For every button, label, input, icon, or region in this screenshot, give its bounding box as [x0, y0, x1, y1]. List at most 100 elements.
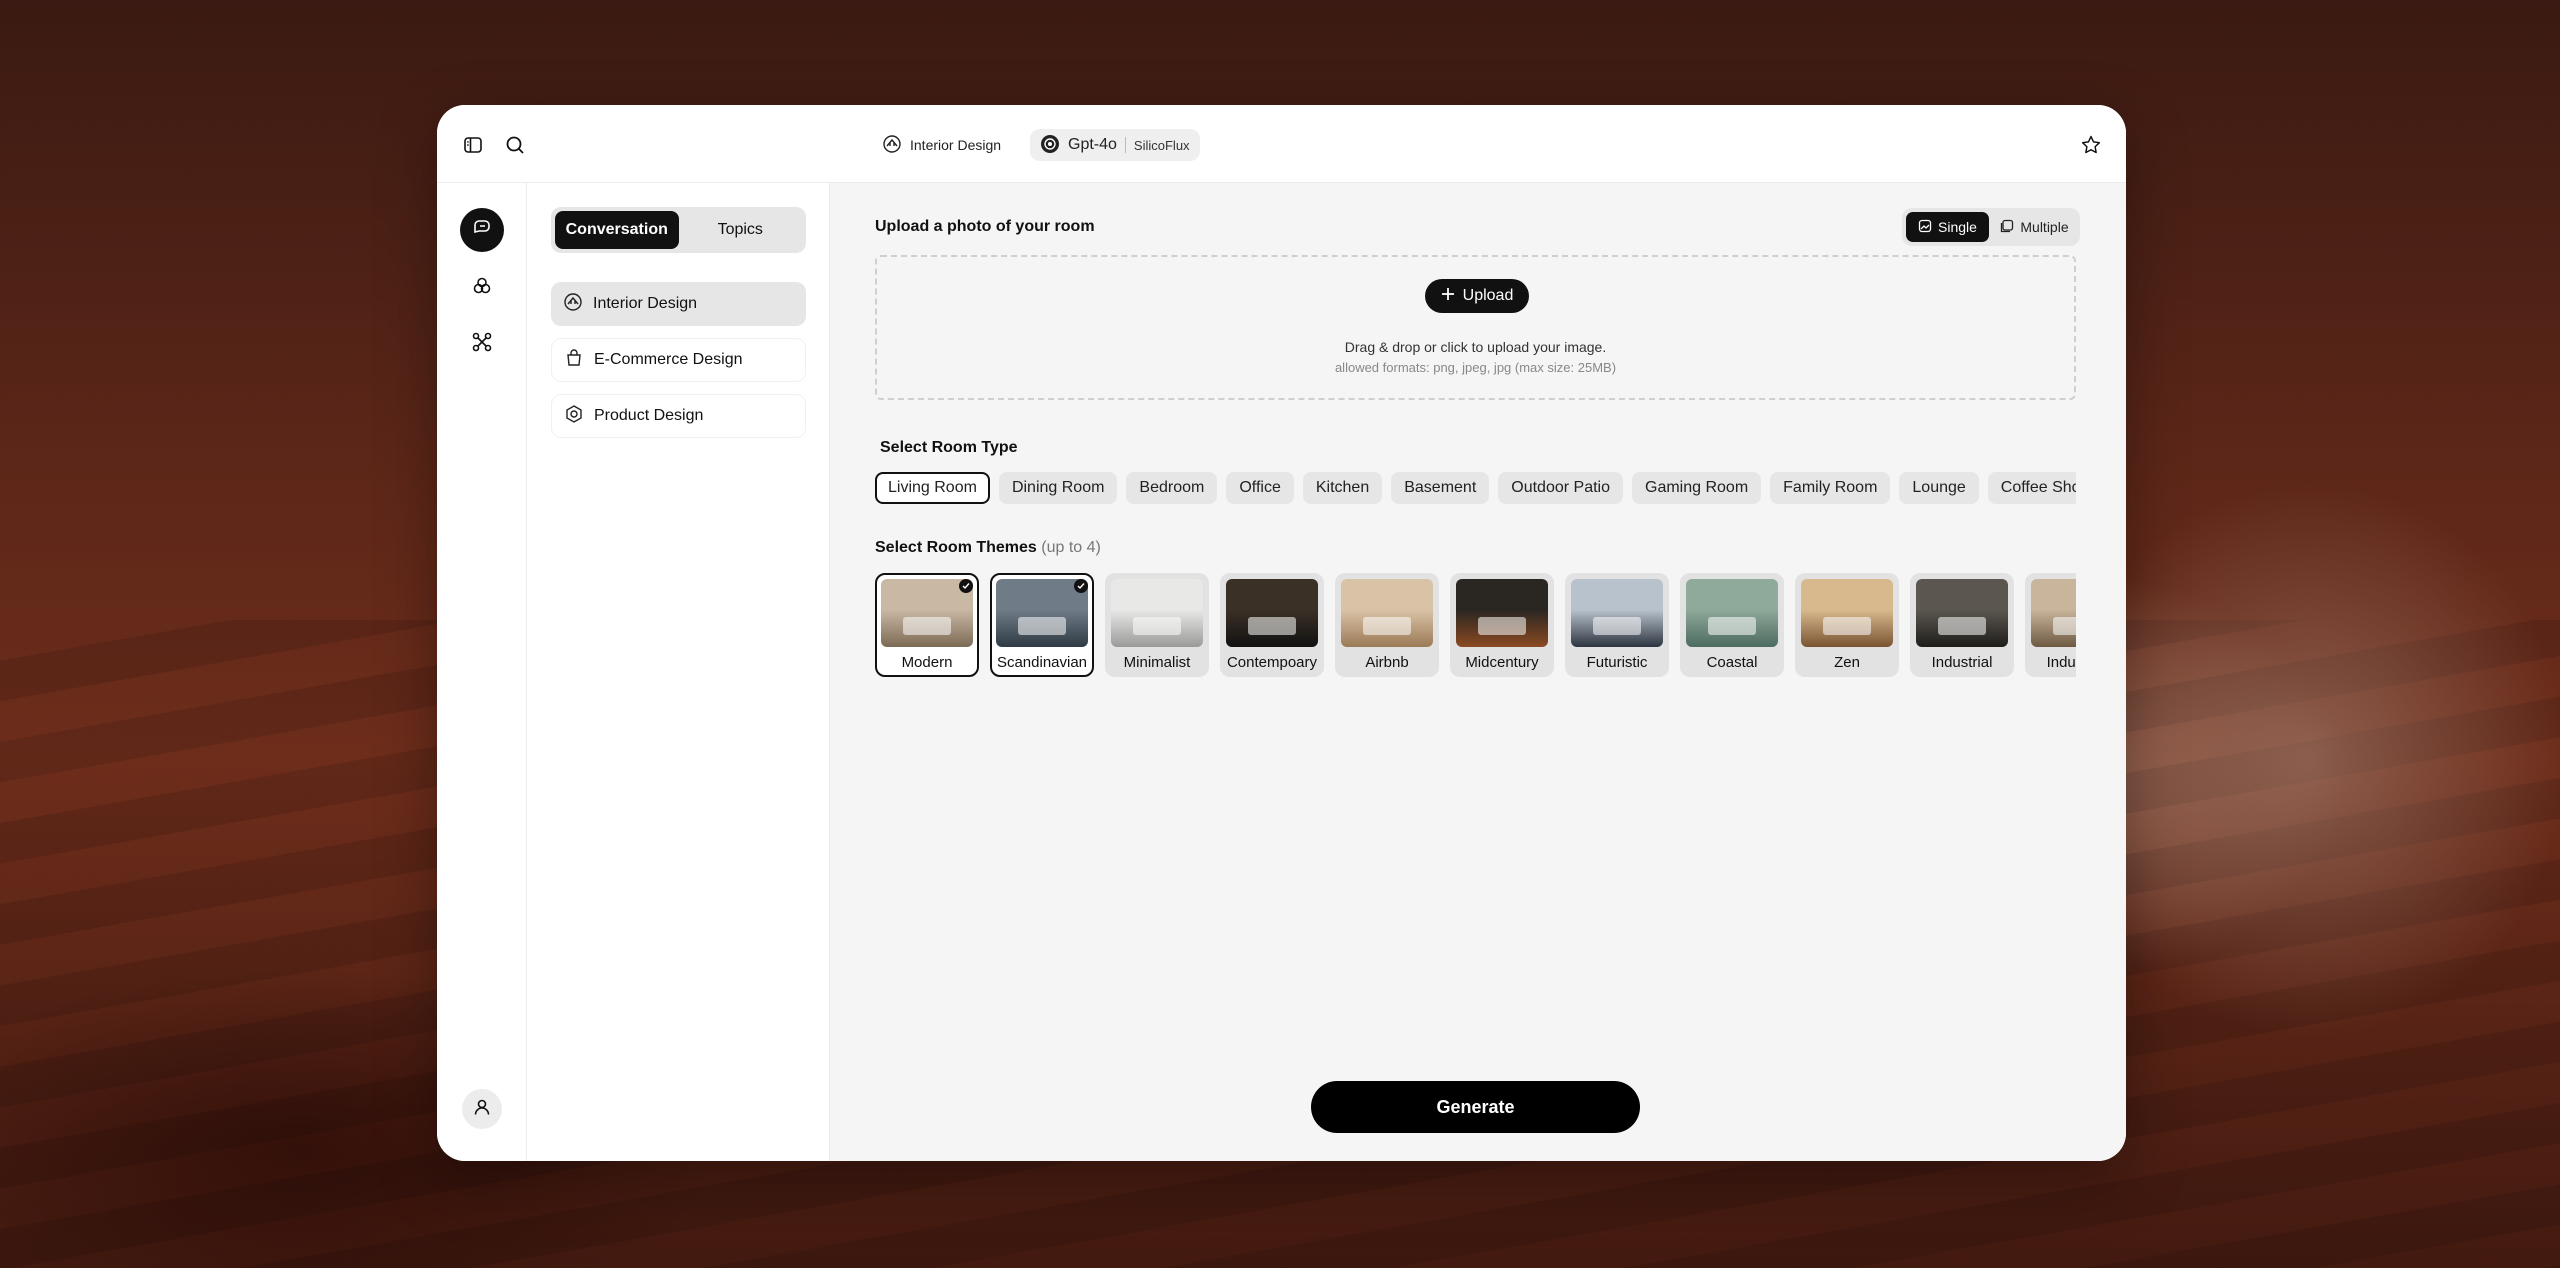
theme-card[interactable]: Airbnb [1335, 573, 1439, 677]
upload-mode-toggle: Single Multiple [1902, 208, 2080, 246]
theme-card[interactable]: Industrial [1910, 573, 2014, 677]
thumbnail-bed-shape [1708, 617, 1756, 635]
upload-button-label: Upload [1462, 287, 1514, 304]
room-type-pill[interactable]: Bedroom [1126, 472, 1218, 504]
theme-thumbnail [1341, 579, 1433, 647]
image-icon [1918, 219, 1932, 236]
room-type-pill[interactable]: Gaming Room [1632, 472, 1762, 504]
shopping-bag-icon [564, 348, 584, 373]
sidebar-item-label: Interior Design [593, 295, 698, 312]
search-icon[interactable] [503, 133, 527, 157]
check-icon [959, 579, 973, 593]
model-selector-chip[interactable]: Gpt-4o SilicoFlux [1030, 129, 1200, 161]
provider-name: SilicoFlux [1133, 137, 1190, 153]
mode-multiple[interactable]: Multiple [1993, 212, 2076, 242]
rail-chat-button[interactable] [460, 208, 504, 252]
interior-icon [563, 292, 583, 317]
dropzone-text: Drag & drop or click to upload your imag… [1344, 339, 1607, 355]
room-type-pill[interactable]: Office [1226, 472, 1294, 504]
top-bar: Interior Design Gpt-4o SilicoFlux [437, 105, 2126, 183]
rail-apps-button[interactable] [460, 266, 504, 310]
tab-topics[interactable]: Topics [679, 211, 803, 249]
thumbnail-bed-shape [1478, 617, 1526, 635]
sidebar-item-ecommerce-design[interactable]: E-Commerce Design [551, 338, 806, 382]
thumbnail-bed-shape [1133, 617, 1181, 635]
sidebar: Conversation Topics Interior Design E-Co… [527, 183, 830, 1161]
rail-workflow-button[interactable] [460, 322, 504, 366]
theme-card[interactable]: Contempoary [1220, 573, 1324, 677]
images-icon [2000, 219, 2014, 236]
user-icon [472, 1097, 492, 1122]
theme-card[interactable]: Zen [1795, 573, 1899, 677]
plus-icon [1441, 287, 1455, 306]
theme-label: Zen [1834, 654, 1860, 671]
thumbnail-bed-shape [1363, 617, 1411, 635]
theme-card[interactable]: Scandinavian [990, 573, 1094, 677]
thumbnail-bed-shape [1938, 617, 1986, 635]
room-type-pill[interactable]: Basement [1391, 472, 1490, 504]
interior-icon [882, 134, 902, 157]
main-panel: Upload a photo of your room Single Multi… [830, 183, 2126, 1161]
tab-conversation[interactable]: Conversation [555, 211, 679, 249]
circles-icon [471, 275, 493, 302]
sidebar-item-product-design[interactable]: Product Design [551, 394, 806, 438]
openai-icon [1040, 134, 1060, 157]
theme-label: Modern [901, 654, 953, 671]
upload-dropzone[interactable]: Upload Drag & drop or click to upload yo… [875, 255, 2076, 400]
theme-thumbnail [1686, 579, 1778, 647]
thumbnail-bed-shape [2053, 617, 2076, 635]
theme-label: Midcentury [1465, 654, 1539, 671]
interior-design-chip[interactable]: Interior Design [872, 129, 1011, 161]
theme-card[interactable]: Minimalist [1105, 573, 1209, 677]
chat-icon [471, 217, 493, 244]
theme-card[interactable]: Futuristic [1565, 573, 1669, 677]
room-type-list: Living Room Dining Room Bedroom Office Kitch… [875, 472, 2076, 508]
box-icon [564, 404, 584, 429]
theme-thumbnail [1801, 579, 1893, 647]
theme-label: Contempoary [1226, 654, 1318, 671]
upload-button[interactable]: Upload [1425, 279, 1529, 313]
thumbnail-bed-shape [1823, 617, 1871, 635]
star-icon[interactable] [2079, 133, 2103, 157]
user-avatar-button[interactable] [462, 1089, 502, 1129]
generate-button[interactable]: Generate [1311, 1081, 1640, 1133]
theme-label: Industrial [2046, 654, 2076, 671]
interior-design-chip-label: Interior Design [910, 137, 1002, 153]
room-type-heading: Select Room Type [880, 439, 1018, 456]
theme-label: Industrial [1931, 654, 1993, 671]
room-themes-hint: (up to 4) [1041, 539, 1101, 556]
theme-thumbnail [1456, 579, 1548, 647]
sidebar-item-label: E-Commerce Design [594, 351, 743, 368]
mode-single-label: Single [1938, 219, 1977, 235]
chip-divider [1124, 137, 1126, 153]
sidebar-tabs: Conversation Topics [551, 207, 806, 253]
room-type-pill[interactable]: Dining Room [998, 472, 1118, 504]
upload-heading: Upload a photo of your room [875, 218, 1095, 235]
command-icon [471, 331, 493, 358]
theme-card[interactable]: Industrial [2025, 573, 2076, 677]
sidebar-toggle-icon[interactable] [461, 133, 485, 157]
theme-thumbnail [1226, 579, 1318, 647]
mode-multiple-label: Multiple [2020, 219, 2069, 235]
theme-label: Minimalist [1123, 654, 1191, 671]
background-clouds [2050, 480, 2560, 1040]
thumbnail-bed-shape [1593, 617, 1641, 635]
room-type-pill[interactable]: Family Room [1770, 472, 1891, 504]
room-type-pill[interactable]: Kitchen [1302, 472, 1383, 504]
room-type-pill[interactable]: Lounge [1899, 472, 1979, 504]
theme-label: Airbnb [1365, 654, 1409, 671]
room-themes-heading: Select Room Themes (up to 4) [875, 539, 1101, 557]
thumbnail-bed-shape [1018, 617, 1066, 635]
room-themes-title: Select Room Themes [875, 539, 1037, 556]
room-type-pill[interactable]: Outdoor Patio [1498, 472, 1623, 504]
theme-card[interactable]: Midcentury [1450, 573, 1554, 677]
mode-single[interactable]: Single [1906, 212, 1989, 242]
room-type-pill[interactable]: Coffee Shop [1987, 472, 2076, 504]
theme-thumbnail [1111, 579, 1203, 647]
icon-rail [437, 183, 527, 1161]
theme-thumbnail [2031, 579, 2076, 647]
room-type-pill[interactable]: Living Room [875, 472, 990, 504]
theme-card[interactable]: Modern [875, 573, 979, 677]
sidebar-item-interior-design[interactable]: Interior Design [551, 282, 806, 326]
theme-card[interactable]: Coastal [1680, 573, 1784, 677]
